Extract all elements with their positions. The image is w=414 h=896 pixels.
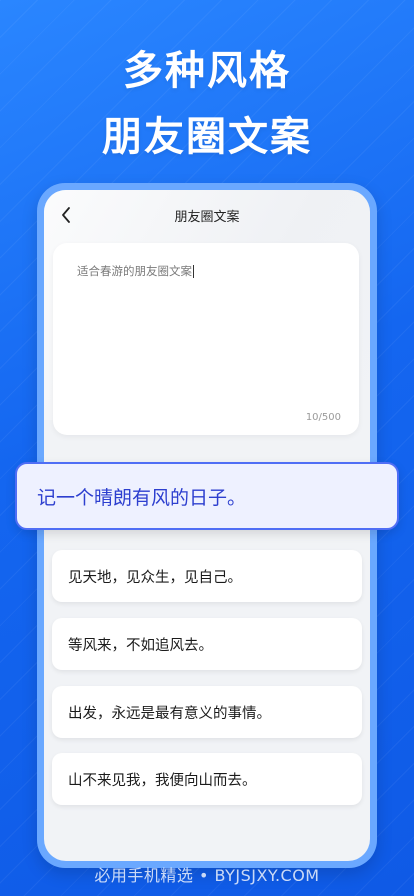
promo-headline-line2: 朋友圈文案	[102, 114, 312, 160]
result-text: 见天地，见众生，见自己。	[68, 569, 242, 586]
result-item[interactable]: 等风来，不如追风去。	[52, 618, 362, 670]
result-item[interactable]: 出发，永远是最有意义的事情。	[52, 686, 362, 738]
page-title: 朋友圈文案	[174, 209, 240, 225]
result-item[interactable]: 见天地，见众生，见自己。	[52, 550, 362, 602]
nav-bar: 朋友圈文案	[44, 200, 370, 230]
result-text: 等风来，不如追风去。	[68, 637, 213, 654]
chevron-left-icon	[62, 207, 70, 223]
promo-headline-line1: 多种风格	[123, 48, 291, 94]
prompt-textarea[interactable]: 适合春游的朋友圈文案 10/500	[53, 243, 359, 435]
highlighted-result-card[interactable]: 记一个晴朗有风的日子。	[15, 462, 399, 530]
watermark: 必用手机精选 • BYJSJXY.COM	[94, 866, 320, 885]
highlighted-result-text: 记一个晴朗有风的日子。	[37, 486, 247, 509]
prompt-text: 适合春游的朋友圈文案	[77, 264, 192, 278]
prompt-input-value: 适合春游的朋友圈文案	[77, 263, 194, 279]
text-caret	[193, 264, 194, 278]
char-counter: 10/500	[305, 412, 341, 423]
result-text: 山不来见我，我便向山而去。	[68, 772, 257, 789]
result-text: 出发，永远是最有意义的事情。	[68, 705, 271, 722]
back-button[interactable]	[52, 200, 80, 230]
result-item[interactable]: 山不来见我，我便向山而去。	[52, 753, 362, 805]
